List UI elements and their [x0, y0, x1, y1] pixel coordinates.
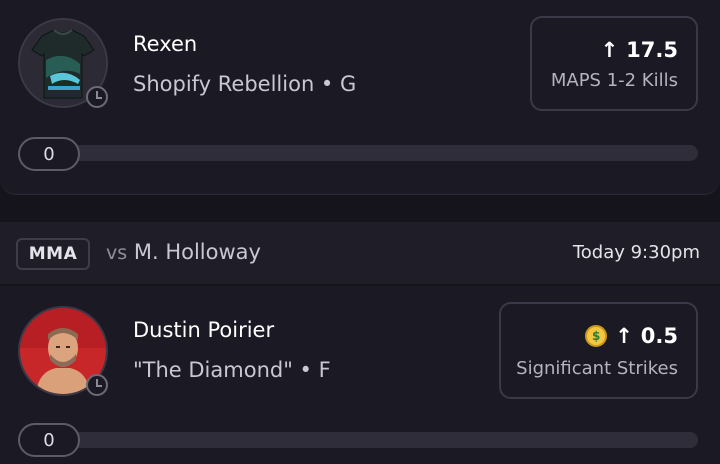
player-name: Dustin Poirier [133, 318, 275, 342]
vs-prefix: vs [106, 242, 128, 264]
stat-label: Significant Strikes [516, 358, 678, 379]
arrow-up-icon: ↑ [600, 38, 619, 62]
progress-pill: 0 [18, 137, 80, 171]
stat-label: MAPS 1-2 Kills [550, 70, 678, 91]
progress-track [60, 432, 698, 448]
league-badge: MMA [16, 238, 90, 270]
opponent-name: M. Holloway [133, 240, 261, 264]
money-face-icon: $ [585, 325, 608, 347]
projection-box[interactable]: ↑ 17.5 MAPS 1-2 Kills [530, 16, 698, 111]
player-team-position: "The Diamond" • F [133, 358, 331, 382]
clock-icon [86, 86, 108, 108]
progress-track [60, 145, 698, 161]
line-value: 0.5 [640, 324, 678, 348]
clock-icon [86, 374, 108, 396]
game-time: Today 9:30pm [572, 242, 700, 263]
progress-pill: 0 [18, 423, 80, 457]
pick-card-poirier[interactable]: Dustin Poirier "The Diamond" • F $ ↑ 0.5… [0, 286, 720, 464]
projection-line: $ ↑ 0.5 [585, 324, 678, 348]
arrow-up-icon: ↑ [615, 324, 633, 348]
line-value: 17.5 [626, 38, 678, 62]
player-name: Rexen [133, 32, 198, 56]
pick-card-rexen[interactable]: Rexen Shopify Rebellion • G ↑ 17.5 MAPS … [0, 0, 720, 195]
player-team-position: Shopify Rebellion • G [133, 72, 357, 96]
matchup-opponent: vs M. Holloway [106, 240, 261, 264]
projection-line: ↑ 17.5 [601, 38, 678, 62]
projection-box[interactable]: $ ↑ 0.5 Significant Strikes [499, 302, 698, 399]
